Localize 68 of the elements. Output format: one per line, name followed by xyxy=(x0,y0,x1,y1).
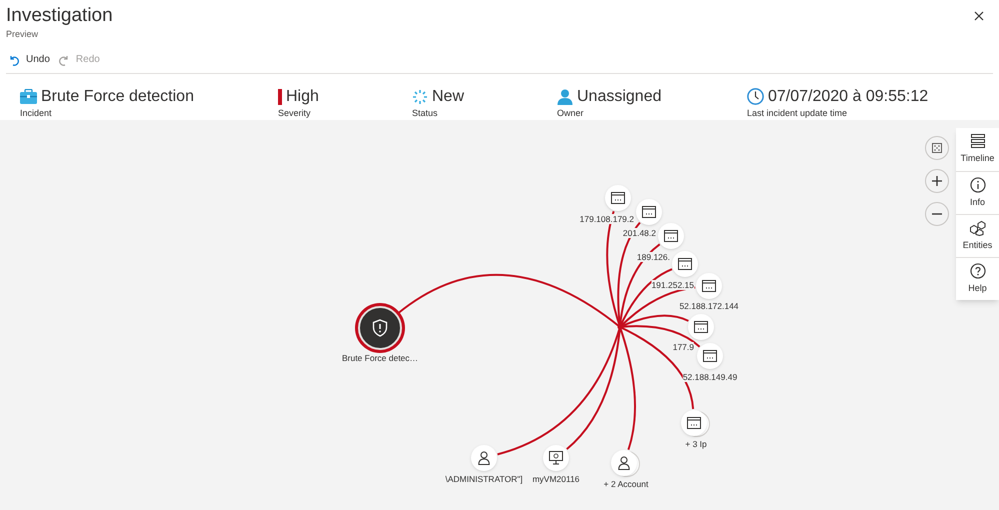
summary-label: Last incident update time xyxy=(747,108,848,118)
browser-window-icon xyxy=(678,258,692,270)
node-label: + 3 Ip xyxy=(685,439,707,449)
browser-window-icon xyxy=(702,280,716,292)
node-label: Brute Force detec… xyxy=(342,353,418,363)
hub-point xyxy=(618,324,622,330)
browser-window-icon xyxy=(687,417,701,429)
ip-node[interactable] xyxy=(688,314,714,340)
account-node[interactable] xyxy=(471,445,497,471)
ip-node[interactable] xyxy=(658,223,684,249)
summary-label: Incident xyxy=(20,108,53,118)
plus-icon xyxy=(931,175,943,187)
cubes-icon xyxy=(969,220,986,236)
severity-bar-icon xyxy=(278,88,282,104)
browser-window-icon xyxy=(694,321,708,333)
monitor-icon xyxy=(549,451,563,465)
fit-to-screen-button[interactable] xyxy=(925,136,949,160)
person-icon xyxy=(478,451,490,465)
shield-icon xyxy=(372,319,388,337)
alert-node[interactable] xyxy=(358,306,402,350)
summary-label: Owner xyxy=(557,108,585,118)
ip-node[interactable] xyxy=(605,185,631,211)
window-subtitle: Preview xyxy=(6,28,40,41)
browser-window-icon xyxy=(664,230,678,242)
browser-window-icon xyxy=(642,206,656,218)
node-label: 52.188.172.144 xyxy=(679,301,739,311)
zoom-in-button[interactable] xyxy=(925,169,949,193)
node-label: + 2 Account xyxy=(604,479,648,489)
person-icon xyxy=(618,456,630,470)
list-icon xyxy=(970,133,986,150)
entities-tab[interactable]: Entities xyxy=(956,214,999,257)
close-icon xyxy=(974,11,984,21)
summary-label: Status xyxy=(412,108,439,118)
summary-value: 07/07/2020 à 09:55:12 xyxy=(768,86,928,106)
summary-value: Brute Force detection xyxy=(41,86,194,106)
help-tab[interactable]: Help xyxy=(956,257,999,300)
help-icon xyxy=(970,262,986,279)
redo-icon xyxy=(58,54,70,66)
undo-button[interactable]: Undo xyxy=(8,52,50,67)
node-label: 179.108.179.2 xyxy=(580,214,634,224)
node-label: 201.48.2 xyxy=(622,228,656,238)
browser-window-icon xyxy=(611,192,625,204)
spinner-icon xyxy=(412,88,428,104)
briefcase-icon xyxy=(20,89,37,104)
ip-node[interactable] xyxy=(696,273,722,299)
ip-node[interactable] xyxy=(697,343,723,369)
summary-value: New xyxy=(432,86,464,106)
window-title: Investigation xyxy=(6,4,113,28)
node-label: 191.252.15 xyxy=(651,280,694,290)
summary-value: Unassigned xyxy=(577,86,662,106)
summary-value: High xyxy=(286,86,319,106)
summary-label: Severity xyxy=(278,108,312,118)
node-label: 189.126. xyxy=(636,252,670,262)
ip-node[interactable] xyxy=(636,199,662,225)
node-label: 177.9 xyxy=(672,342,694,352)
undo-icon xyxy=(8,54,20,66)
browser-window-icon xyxy=(703,350,717,362)
fit-screen-icon xyxy=(932,143,942,153)
info-tab[interactable]: Info xyxy=(956,171,999,214)
clock-icon xyxy=(747,88,764,105)
info-icon xyxy=(970,176,986,193)
node-label: myVM20116 xyxy=(532,474,580,484)
timeline-tab[interactable]: Timeline xyxy=(956,128,999,171)
ip-node[interactable] xyxy=(672,251,698,277)
node-label: 52.188.149.49 xyxy=(682,372,738,382)
host-node[interactable] xyxy=(543,445,569,471)
node-label: \ADMINISTRATOR"] xyxy=(445,474,523,484)
person-icon xyxy=(557,88,573,104)
